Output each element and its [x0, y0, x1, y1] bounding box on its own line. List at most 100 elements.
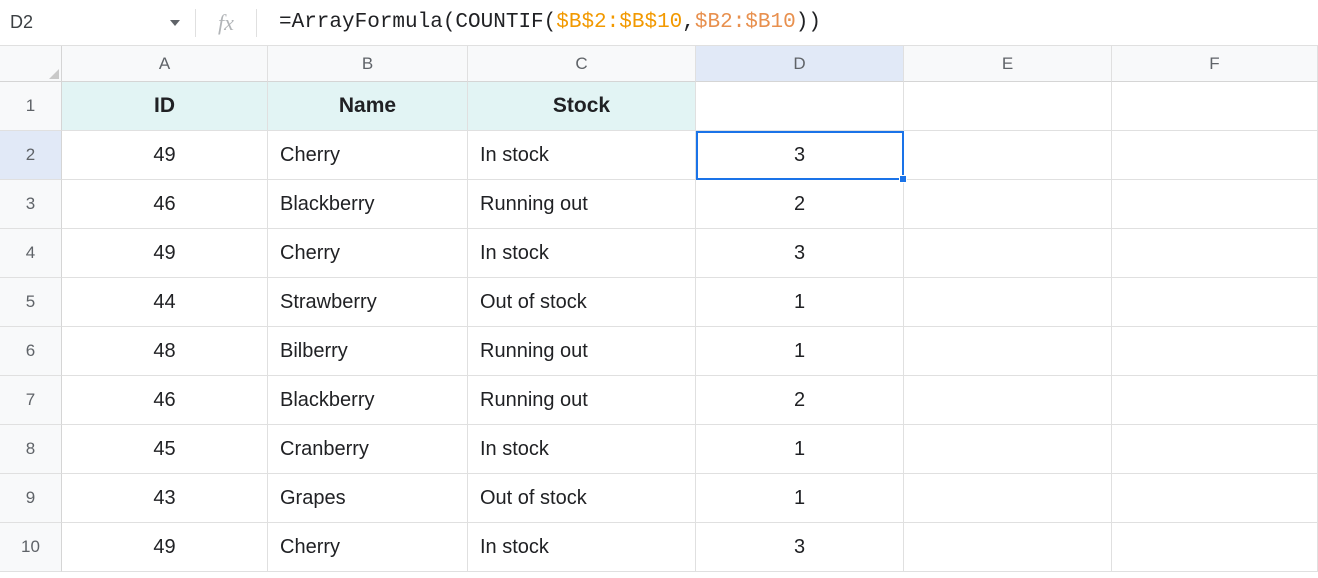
cell-B5[interactable]: Strawberry — [268, 278, 468, 327]
fx-icon: fx — [196, 0, 256, 45]
cell-F3[interactable] — [1112, 180, 1318, 229]
formula-input[interactable]: =ArrayFormula(COUNTIF( $B$2:$B$10 , $B2:… — [279, 0, 1318, 45]
row-1: 1 ID Name Stock — [0, 82, 1318, 131]
cell-C10[interactable]: In stock — [468, 523, 696, 572]
cell-F6[interactable] — [1112, 327, 1318, 376]
cell-A5[interactable]: 44 — [62, 278, 268, 327]
cell-C1[interactable]: Stock — [468, 82, 696, 131]
row-2: 2 49 Cherry In stock 3 — [0, 131, 1318, 180]
row-header-4[interactable]: 4 — [0, 229, 62, 278]
row-header-8[interactable]: 8 — [0, 425, 62, 474]
cell-C5[interactable]: Out of stock — [468, 278, 696, 327]
cell-A2[interactable]: 49 — [62, 131, 268, 180]
fill-handle[interactable] — [899, 175, 907, 183]
cell-D3[interactable]: 2 — [696, 180, 904, 229]
row-7: 7 46 Blackberry Running out 2 — [0, 376, 1318, 425]
name-box[interactable]: D2 — [0, 0, 155, 45]
cell-F2[interactable] — [1112, 131, 1318, 180]
cell-A10[interactable]: 49 — [62, 523, 268, 572]
cell-E4[interactable] — [904, 229, 1112, 278]
cell-E6[interactable] — [904, 327, 1112, 376]
cell-B6[interactable]: Bilberry — [268, 327, 468, 376]
cell-D6[interactable]: 1 — [696, 327, 904, 376]
cell-B4[interactable]: Cherry — [268, 229, 468, 278]
name-box-value: D2 — [10, 12, 33, 33]
cell-A7[interactable]: 46 — [62, 376, 268, 425]
row-header-9[interactable]: 9 — [0, 474, 62, 523]
cell-B7[interactable]: Blackberry — [268, 376, 468, 425]
cell-E5[interactable] — [904, 278, 1112, 327]
divider — [256, 9, 257, 37]
cell-E10[interactable] — [904, 523, 1112, 572]
cell-F7[interactable] — [1112, 376, 1318, 425]
column-header-row: A B C D E F — [0, 46, 1318, 82]
cell-A6[interactable]: 48 — [62, 327, 268, 376]
cell-D1[interactable] — [696, 82, 904, 131]
cell-D5[interactable]: 1 — [696, 278, 904, 327]
cell-A9[interactable]: 43 — [62, 474, 268, 523]
cell-B3[interactable]: Blackberry — [268, 180, 468, 229]
cell-F10[interactable] — [1112, 523, 1318, 572]
cell-D4[interactable]: 3 — [696, 229, 904, 278]
cell-E2[interactable] — [904, 131, 1112, 180]
spreadsheet-grid: A B C D E F 1 ID Name Stock 2 49 Cherry … — [0, 46, 1318, 572]
cell-B10[interactable]: Cherry — [268, 523, 468, 572]
col-header-E[interactable]: E — [904, 46, 1112, 82]
row-9: 9 43 Grapes Out of stock 1 — [0, 474, 1318, 523]
cell-D2[interactable]: 3 — [696, 131, 904, 180]
row-3: 3 46 Blackberry Running out 2 — [0, 180, 1318, 229]
row-8: 8 45 Cranberry In stock 1 — [0, 425, 1318, 474]
cell-F4[interactable] — [1112, 229, 1318, 278]
row-header-1[interactable]: 1 — [0, 82, 62, 131]
row-header-7[interactable]: 7 — [0, 376, 62, 425]
cell-C4[interactable]: In stock — [468, 229, 696, 278]
cell-C7[interactable]: Running out — [468, 376, 696, 425]
cell-F5[interactable] — [1112, 278, 1318, 327]
cell-F9[interactable] — [1112, 474, 1318, 523]
cell-B8[interactable]: Cranberry — [268, 425, 468, 474]
cell-D9[interactable]: 1 — [696, 474, 904, 523]
formula-bar: D2 fx =ArrayFormula(COUNTIF( $B$2:$B$10 … — [0, 0, 1318, 46]
row-header-10[interactable]: 10 — [0, 523, 62, 572]
cell-A8[interactable]: 45 — [62, 425, 268, 474]
cell-D10[interactable]: 3 — [696, 523, 904, 572]
row-6: 6 48 Bilberry Running out 1 — [0, 327, 1318, 376]
row-header-3[interactable]: 3 — [0, 180, 62, 229]
col-header-F[interactable]: F — [1112, 46, 1318, 82]
cell-F1[interactable] — [1112, 82, 1318, 131]
col-header-C[interactable]: C — [468, 46, 696, 82]
cell-A1[interactable]: ID — [62, 82, 268, 131]
formula-suffix: )) — [796, 11, 821, 34]
cell-D7[interactable]: 2 — [696, 376, 904, 425]
cell-A3[interactable]: 46 — [62, 180, 268, 229]
cell-C3[interactable]: Running out — [468, 180, 696, 229]
cell-C2[interactable]: In stock — [468, 131, 696, 180]
cell-A4[interactable]: 49 — [62, 229, 268, 278]
row-header-5[interactable]: 5 — [0, 278, 62, 327]
cell-B9[interactable]: Grapes — [268, 474, 468, 523]
cell-C6[interactable]: Running out — [468, 327, 696, 376]
cell-C9[interactable]: Out of stock — [468, 474, 696, 523]
cell-E1[interactable] — [904, 82, 1112, 131]
formula-sep: , — [682, 11, 695, 34]
row-10: 10 49 Cherry In stock 3 — [0, 523, 1318, 572]
cell-E3[interactable] — [904, 180, 1112, 229]
cell-B1[interactable]: Name — [268, 82, 468, 131]
name-box-dropdown[interactable] — [155, 0, 195, 45]
cell-F8[interactable] — [1112, 425, 1318, 474]
col-header-D[interactable]: D — [696, 46, 904, 82]
cell-E9[interactable] — [904, 474, 1112, 523]
row-4: 4 49 Cherry In stock 3 — [0, 229, 1318, 278]
row-header-2[interactable]: 2 — [0, 131, 62, 180]
row-header-6[interactable]: 6 — [0, 327, 62, 376]
cell-E7[interactable] — [904, 376, 1112, 425]
formula-prefix: =ArrayFormula(COUNTIF( — [279, 11, 556, 34]
formula-ref2: $B2:$B10 — [695, 11, 796, 34]
cell-D8[interactable]: 1 — [696, 425, 904, 474]
cell-C8[interactable]: In stock — [468, 425, 696, 474]
cell-E8[interactable] — [904, 425, 1112, 474]
cell-B2[interactable]: Cherry — [268, 131, 468, 180]
col-header-A[interactable]: A — [62, 46, 268, 82]
col-header-B[interactable]: B — [268, 46, 468, 82]
select-all-corner[interactable] — [0, 46, 62, 82]
